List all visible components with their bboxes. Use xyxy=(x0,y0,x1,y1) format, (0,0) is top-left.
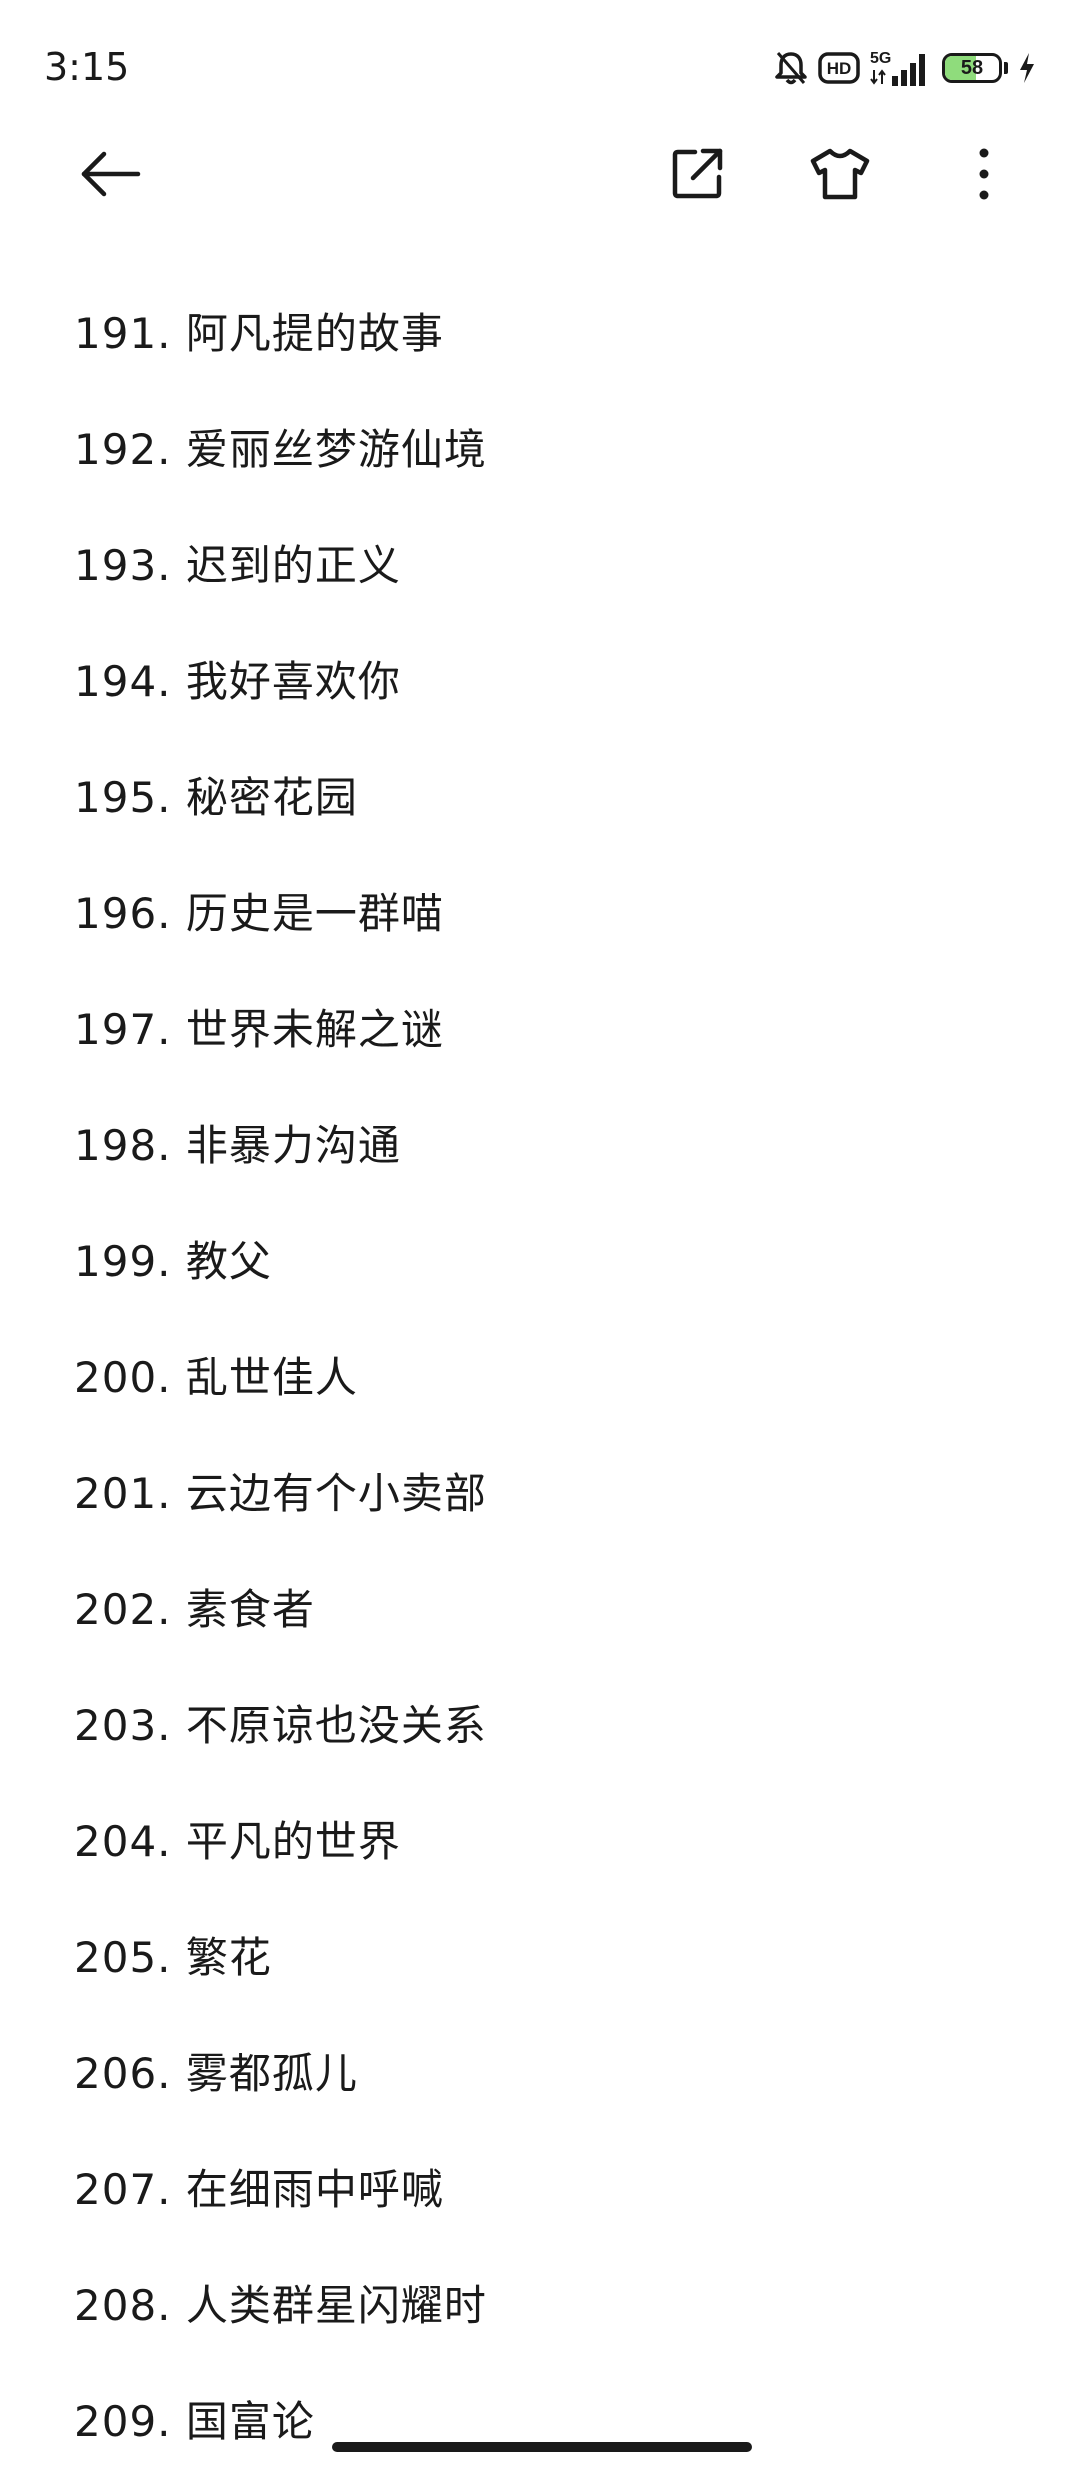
battery-icon: 58 xyxy=(942,53,1002,83)
list-item: 195. 秘密花园 xyxy=(74,772,358,822)
list-item: 209. 国富论 xyxy=(74,2396,315,2446)
more-options-button[interactable] xyxy=(940,132,1028,220)
svg-text:HD: HD xyxy=(827,59,852,78)
list-item: 202. 素食者 xyxy=(74,1584,315,1634)
list-item: 201. 云边有个小卖部 xyxy=(74,1468,487,1518)
tshirt-icon xyxy=(810,147,870,205)
list-item: 199. 教父 xyxy=(74,1236,272,1286)
home-indicator[interactable] xyxy=(332,2442,752,2452)
list-item: 191. 阿凡提的故事 xyxy=(74,308,444,358)
battery-cap xyxy=(1004,62,1008,74)
list-item: 193. 迟到的正义 xyxy=(74,540,401,590)
list-item: 207. 在细雨中呼喊 xyxy=(74,2164,444,2214)
signal-5g-icon: 5G xyxy=(870,48,932,88)
status-bar: 3:15 HD 5G 58 xyxy=(0,0,1080,132)
list-item: 206. 雾都孤儿 xyxy=(74,2048,358,2098)
list-item: 208. 人类群星闪耀时 xyxy=(74,2280,487,2330)
hd-icon: HD xyxy=(818,52,860,84)
list-item: 192. 爱丽丝梦游仙境 xyxy=(74,424,487,474)
share-button[interactable] xyxy=(654,132,742,220)
list-item: 194. 我好喜欢你 xyxy=(74,656,401,706)
battery-percent: 58 xyxy=(960,56,984,79)
list-item: 197. 世界未解之谜 xyxy=(74,1004,444,1054)
charging-icon xyxy=(1018,52,1036,84)
list-item: 203. 不原谅也没关系 xyxy=(74,1700,487,1750)
theme-button[interactable] xyxy=(796,132,884,220)
list-item: 200. 乱世佳人 xyxy=(74,1352,358,1402)
share-icon xyxy=(671,147,725,205)
content-list: 191. 阿凡提的故事 192. 爱丽丝梦游仙境 193. 迟到的正义 194. 我好… xyxy=(0,272,1080,2476)
toolbar xyxy=(0,132,1080,220)
list-item: 196. 历史是一群喵 xyxy=(74,888,444,938)
back-button[interactable] xyxy=(66,132,154,220)
list-item: 204. 平凡的世界 xyxy=(74,1816,401,1866)
list-item: 198. 非暴力沟通 xyxy=(74,1120,401,1170)
svg-text:5G: 5G xyxy=(870,50,891,67)
status-icons: HD 5G 58 xyxy=(774,48,1036,88)
alarm-icon xyxy=(774,50,808,86)
more-vertical-icon xyxy=(978,147,990,205)
status-time: 3:15 xyxy=(44,45,130,89)
list-item: 205. 繁花 xyxy=(74,1932,272,1982)
back-arrow-icon xyxy=(78,150,142,202)
